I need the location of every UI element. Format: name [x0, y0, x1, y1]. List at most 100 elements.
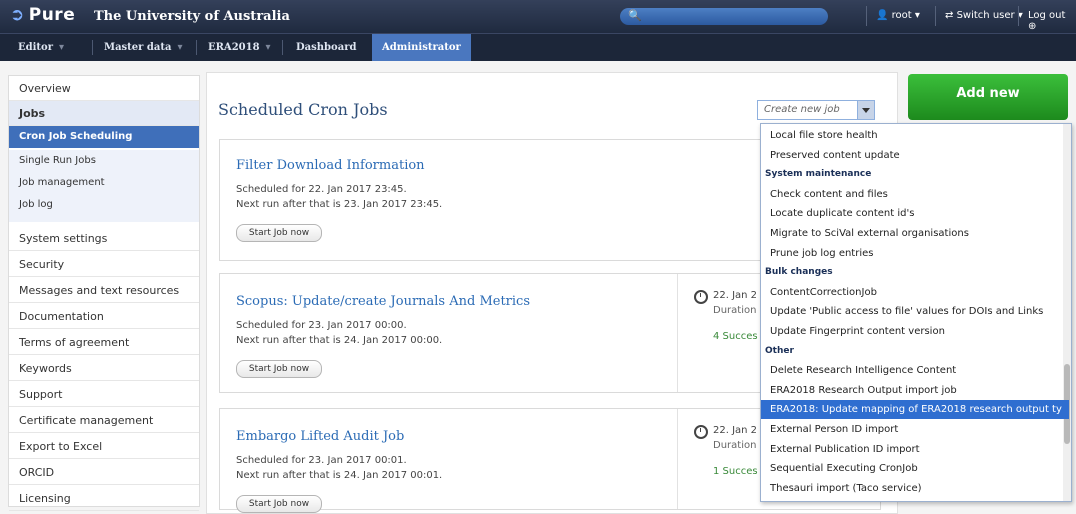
add-new-button[interactable]: Add new [908, 74, 1068, 120]
sidebar-item-support[interactable]: Support [9, 382, 199, 407]
logo-text: Pure [28, 5, 76, 25]
divider [282, 40, 283, 55]
create-job-dropdown: Local file store health Preserved content… [760, 123, 1072, 502]
dropdown-group-header: Other [765, 345, 794, 356]
start-job-button[interactable]: Start Job now [236, 360, 322, 378]
clock-icon [694, 290, 708, 304]
dropdown-option[interactable]: Update Fingerprint content version [761, 322, 1061, 341]
logout-label: Log out [1028, 10, 1066, 21]
sidebar-item-label: Certificate management [19, 414, 154, 427]
sidebar-item-overview[interactable]: Overview [9, 76, 199, 101]
create-new-job-placeholder: Create new job [764, 104, 840, 115]
chevron-down-icon[interactable]: ▾ [59, 42, 64, 53]
sidebar-item-label: Single Run Jobs [19, 155, 96, 166]
dropdown-option[interactable]: Prune job log entries [761, 244, 1061, 263]
job-scheduled: Scheduled for 23. Jan 2017 00:00. [236, 320, 407, 331]
sidebar-item-label: Support [19, 388, 63, 401]
history-date: 22. Jan 2 [713, 290, 758, 301]
chevron-down-icon[interactable]: ▾ [177, 42, 182, 53]
sidebar-item-label: ORCID [19, 466, 55, 479]
sidebar-item-label: Job log [19, 199, 53, 210]
dropdown-scrollbar[interactable] [1063, 124, 1071, 501]
dropdown-group-header: Bulk changes [765, 267, 833, 278]
dropdown-option[interactable]: Delete Research Intelligence Content [761, 361, 1061, 380]
dropdown-option[interactable]: Thesauri import (Taco service) [761, 479, 1061, 498]
search-icon[interactable]: 🔍 [628, 9, 642, 22]
nav-label: Dashboard [296, 42, 357, 53]
history-success[interactable]: 1 Succes [713, 466, 758, 477]
nav-editor[interactable]: Editor ▾ [18, 34, 64, 61]
job-next-run: Next run after that is 24. Jan 2017 00:0… [236, 470, 443, 481]
sidebar-item-export-excel[interactable]: Export to Excel [9, 434, 199, 459]
top-bar: ➲ Pure The University of Australia 🔍 👤 ro… [0, 0, 1076, 33]
divider [196, 40, 197, 55]
sidebar-item-label: Messages and text resources [19, 284, 180, 297]
nav-label: ERA2018 [208, 42, 260, 53]
dropdown-option[interactable]: ERA2018: Update mapping of ERA2018 resea… [761, 400, 1069, 420]
nav-master-data[interactable]: Master data ▾ [104, 34, 183, 61]
sidebar-item-jobs[interactable]: Jobs [9, 101, 199, 126]
sidebar-item-security[interactable]: Security [9, 252, 199, 277]
sidebar-item-messages[interactable]: Messages and text resources [9, 278, 199, 303]
sidebar-item-label: Licensing [19, 492, 71, 505]
sidebar-item-keywords[interactable]: Keywords [9, 356, 199, 381]
sidebar-item-label: Export to Excel [19, 440, 103, 453]
dropdown-option[interactable]: External Person ID import [761, 420, 1061, 439]
sidebar-item-certificate[interactable]: Certificate management [9, 408, 199, 433]
history-date: 22. Jan 2 [713, 425, 758, 436]
user-menu[interactable]: 👤 root ▾ [876, 10, 920, 21]
divider [866, 6, 867, 26]
nav-era2018[interactable]: ERA2018 ▾ [208, 34, 271, 61]
start-job-button[interactable]: Start Job now [236, 495, 322, 513]
sidebar-item-label: Documentation [19, 310, 104, 323]
nav-dashboard[interactable]: Dashboard [296, 34, 356, 61]
sidebar-item-label: Keywords [19, 362, 72, 375]
dropdown-option[interactable]: ContentCorrectionJob [761, 283, 1061, 302]
job-title[interactable]: Filter Download Information [236, 158, 425, 173]
dropdown-option[interactable]: Migrate to SciVal external organisations [761, 224, 1061, 243]
job-next-run: Next run after that is 23. Jan 2017 23:4… [236, 199, 443, 210]
dropdown-option[interactable]: Local file store health [761, 126, 1061, 145]
dropdown-option[interactable]: Check content and files [761, 185, 1061, 204]
sidebar-item-orcid[interactable]: ORCID [9, 460, 199, 485]
history-duration: Duration [713, 440, 757, 451]
history-success[interactable]: 4 Succes [713, 331, 758, 342]
sidebar-item-licensing[interactable]: Licensing [9, 486, 199, 511]
nav-administrator[interactable]: Administrator [372, 34, 471, 61]
nav-label: Master data [104, 42, 172, 53]
job-title[interactable]: Scopus: Update/create Journals And Metri… [236, 294, 530, 309]
search-input[interactable] [620, 8, 828, 25]
logout-button[interactable]: Log out ⊕ [1028, 10, 1076, 32]
sidebar-item-cron-job-scheduling[interactable]: Cron Job Scheduling [9, 126, 199, 148]
sidebar-item-label: Overview [19, 82, 71, 95]
start-job-button[interactable]: Start Job now [236, 224, 322, 242]
dropdown-option[interactable]: Locate duplicate content id's [761, 204, 1061, 223]
history-duration: Duration [713, 305, 757, 316]
sidebar-item-job-management[interactable]: Job management [9, 172, 199, 194]
sidebar-item-job-log[interactable]: Job log [9, 194, 199, 222]
switch-user-menu[interactable]: ⇄ Switch user ▾ [945, 10, 1023, 21]
switch-user-icon: ⇄ [945, 10, 954, 21]
sidebar-item-label: Terms of agreement [19, 336, 130, 349]
create-new-job-select[interactable]: Create new job [757, 100, 875, 120]
sidebar-item-label: Cron Job Scheduling [19, 131, 133, 142]
pure-logo[interactable]: ➲ Pure [10, 5, 75, 25]
sidebar-item-documentation[interactable]: Documentation [9, 304, 199, 329]
sidebar-item-single-run-jobs[interactable]: Single Run Jobs [9, 150, 199, 172]
dropdown-option[interactable]: Preserved content update [761, 146, 1061, 165]
chevron-down-icon[interactable]: ▾ [266, 42, 271, 53]
job-scheduled: Scheduled for 23. Jan 2017 00:01. [236, 455, 407, 466]
dropdown-option[interactable]: ERA2018 Research Output import job [761, 381, 1061, 400]
chevron-down-icon[interactable] [857, 100, 875, 120]
dropdown-option[interactable]: External Publication ID import [761, 440, 1061, 459]
main-nav: Editor ▾ Master data ▾ ERA2018 ▾ Dashboard … [0, 33, 1076, 61]
page-title: Scheduled Cron Jobs [218, 100, 388, 119]
dropdown-option[interactable]: Sequential Executing CronJob [761, 459, 1061, 478]
user-icon: 👤 [876, 10, 889, 21]
job-next-run: Next run after that is 24. Jan 2017 00:0… [236, 335, 443, 346]
nav-label: Administrator [382, 42, 461, 53]
sidebar-item-system-settings[interactable]: System settings [9, 226, 199, 251]
job-title[interactable]: Embargo Lifted Audit Job [236, 429, 404, 444]
dropdown-option[interactable]: Update 'Public access to file' values fo… [761, 302, 1061, 321]
sidebar-item-terms[interactable]: Terms of agreement [9, 330, 199, 355]
